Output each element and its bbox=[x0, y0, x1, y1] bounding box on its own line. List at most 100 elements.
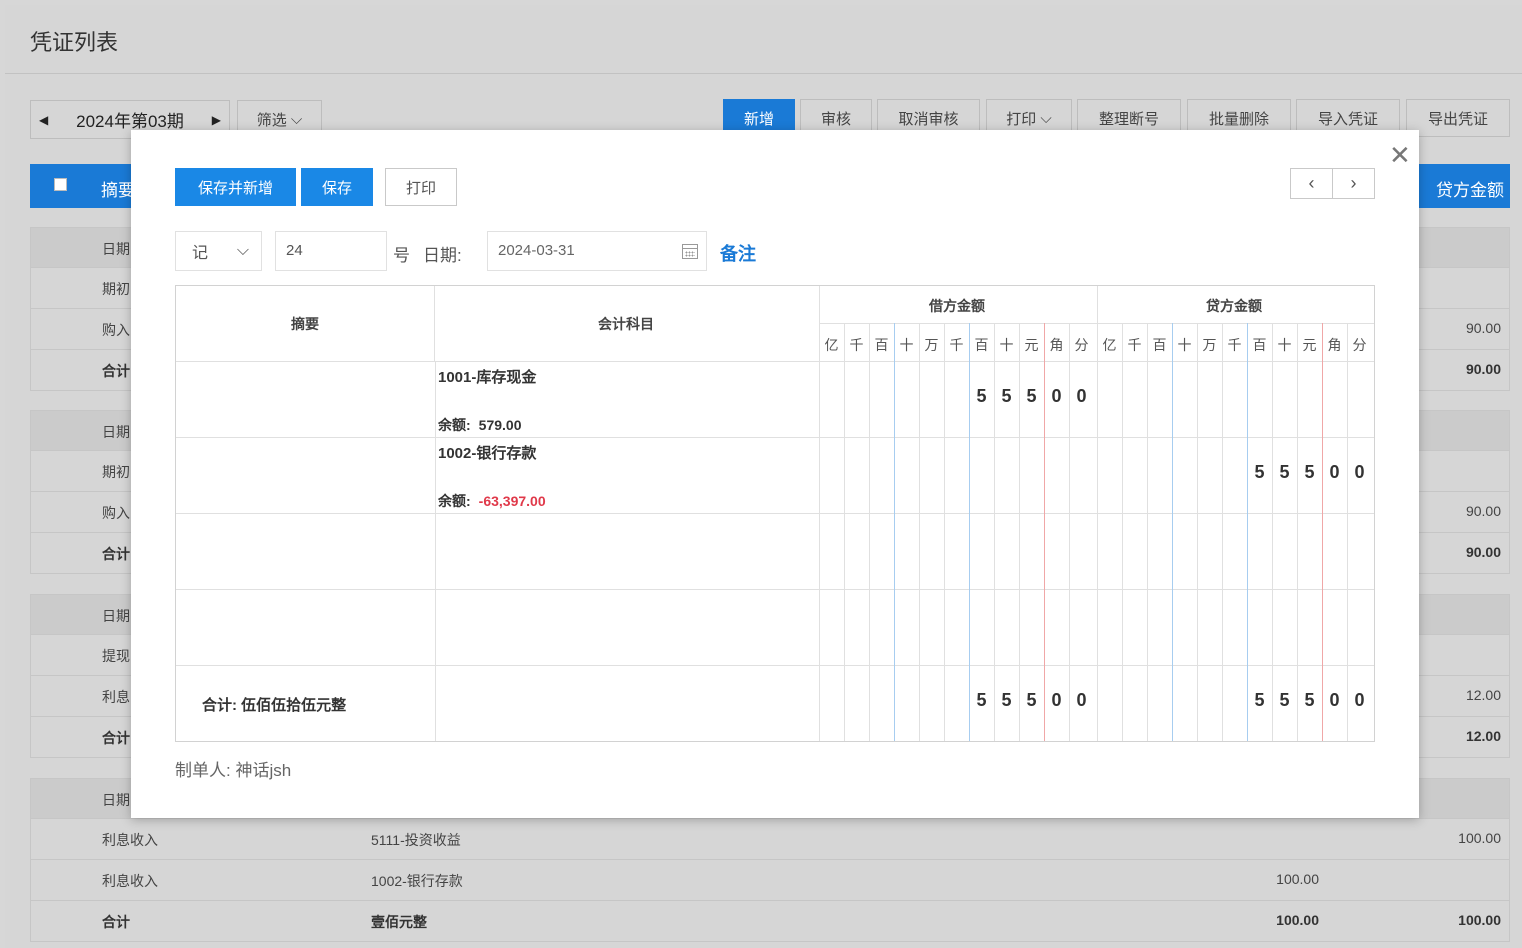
credit-header: 贷方金额 bbox=[1206, 298, 1262, 314]
summary-column-header: 摘要 bbox=[101, 181, 135, 200]
amount-digit: 5 bbox=[1026, 690, 1037, 710]
table-cell: 提现 bbox=[102, 648, 130, 664]
group-date-label: 日期 bbox=[102, 424, 130, 440]
chevron-down-icon: ⌵ bbox=[290, 111, 303, 128]
total-amount-text: 合计: 伍佰伍拾伍元整 bbox=[202, 697, 347, 714]
maker-info: 制单人: 神话jsh bbox=[175, 756, 291, 781]
save-and-new-button[interactable]: 保存并新增 bbox=[175, 168, 296, 206]
divider bbox=[5, 73, 1522, 74]
table-cell: 100.00 bbox=[1276, 871, 1319, 887]
table-cell: 期初 bbox=[102, 464, 130, 480]
amount-digit: 5 bbox=[1254, 462, 1265, 482]
next-voucher-icon[interactable]: › bbox=[1333, 169, 1374, 198]
grid-line bbox=[894, 323, 895, 741]
next-period-icon[interactable]: ▶ bbox=[212, 113, 221, 127]
amount-digit: 5 bbox=[1279, 690, 1290, 710]
amount-unit-label: 千 bbox=[949, 337, 964, 353]
group-date-label: 日期 bbox=[102, 792, 130, 808]
entry-1-account[interactable]: 1001-库存现金 bbox=[438, 366, 536, 387]
group-date-label: 日期 bbox=[102, 608, 130, 624]
grid-line bbox=[1347, 323, 1348, 741]
cancel-audit-button-label: 取消审核 bbox=[898, 110, 959, 128]
table-cell: 100.00 bbox=[1458, 912, 1501, 928]
voucher-number-input[interactable]: 24 bbox=[275, 231, 387, 271]
amount-digit: 0 bbox=[1354, 462, 1365, 482]
grid-line bbox=[844, 323, 845, 741]
grid-line bbox=[176, 361, 1374, 362]
amount-digit: 5 bbox=[1279, 462, 1290, 482]
grid-line bbox=[944, 323, 945, 741]
amount-digit: 0 bbox=[1051, 690, 1062, 710]
amount-digit: 5 bbox=[1001, 386, 1012, 406]
account-header: 会计科目 bbox=[598, 316, 654, 332]
table-cell: 90.00 bbox=[1465, 503, 1501, 519]
table-cell: 100.00 bbox=[1458, 830, 1501, 846]
calendar-icon[interactable] bbox=[682, 244, 698, 259]
balance-value: 579.00 bbox=[478, 417, 522, 433]
chevron-down-icon: ⌵ bbox=[1040, 109, 1052, 127]
amount-digit: 0 bbox=[1051, 386, 1062, 406]
import-voucher-button-label: 导入凭证 bbox=[1317, 110, 1378, 128]
amount-digit: 5 bbox=[976, 386, 987, 406]
grid-line bbox=[435, 361, 436, 741]
prev-voucher-icon[interactable]: ‹ bbox=[1291, 169, 1333, 198]
entry-2-account[interactable]: 1002-银行存款 bbox=[438, 442, 536, 463]
table-cell: 5111-投资收益 bbox=[371, 832, 461, 848]
credit-column-header: 贷方金额 bbox=[1436, 181, 1504, 200]
select-all-checkbox[interactable] bbox=[54, 178, 67, 191]
voucher-nav: ‹ › bbox=[1290, 168, 1375, 199]
table-cell: 90.00 bbox=[1465, 320, 1501, 336]
maker-label: 制单人: bbox=[175, 761, 231, 780]
filter-label: 筛选 bbox=[256, 112, 287, 129]
number-suffix-label: 号 bbox=[393, 246, 410, 265]
entry-2-balance: 余额: -63,397.00 bbox=[438, 491, 546, 511]
table-row[interactable]: 利息收入 5111-投资收益 100.00 bbox=[30, 819, 1510, 860]
amount-digit: 5 bbox=[1304, 462, 1315, 482]
table-row[interactable]: 利息收入 1002-银行存款 100.00 bbox=[30, 860, 1510, 901]
amount-unit-label: 千 bbox=[1127, 337, 1142, 353]
amount-digit: 5 bbox=[1026, 386, 1037, 406]
remark-link[interactable]: 备注 bbox=[720, 240, 756, 266]
table-cell: 合计 bbox=[102, 546, 130, 562]
table-cell: 合计 bbox=[102, 363, 130, 379]
prev-period-icon[interactable]: ◀ bbox=[39, 113, 48, 127]
amount-unit-label: 十 bbox=[899, 337, 914, 353]
group-date-label: 日期 bbox=[102, 241, 130, 257]
print-button-label: 打印 bbox=[1006, 110, 1037, 128]
date-input[interactable]: 2024-03-31 bbox=[487, 231, 707, 271]
amount-unit-label: 亿 bbox=[824, 337, 839, 353]
grid-line bbox=[1122, 323, 1123, 741]
save-button[interactable]: 保存 bbox=[301, 168, 373, 206]
voucher-type-select[interactable]: 记 ⌵ bbox=[175, 231, 262, 271]
close-icon[interactable]: ✕ bbox=[1389, 142, 1411, 168]
amount-unit-label: 万 bbox=[924, 337, 939, 353]
grid-line bbox=[1222, 323, 1223, 741]
grid-line bbox=[1297, 323, 1298, 741]
amount-unit-label: 元 bbox=[1302, 337, 1317, 353]
grid-line bbox=[919, 323, 920, 741]
date-label: 日期: bbox=[423, 246, 462, 265]
print-label: 打印 bbox=[405, 179, 436, 197]
table-cell: 100.00 bbox=[1276, 912, 1319, 928]
voucher-type-value: 记 bbox=[192, 245, 209, 262]
export-voucher-button[interactable]: 导出凭证 bbox=[1406, 99, 1510, 137]
chevron-down-icon: ⌵ bbox=[236, 242, 249, 259]
amount-digit: 0 bbox=[1329, 462, 1340, 482]
save-and-new-label: 保存并新增 bbox=[197, 179, 273, 197]
batch-delete-button-label: 批量删除 bbox=[1208, 110, 1269, 128]
amount-digit: 0 bbox=[1329, 690, 1340, 710]
page-title: 凭证列表 bbox=[30, 30, 119, 55]
print-button[interactable]: 打印 bbox=[385, 168, 457, 206]
grid-line bbox=[434, 286, 435, 361]
balance-value: -63,397.00 bbox=[478, 493, 546, 509]
renumber-button-label: 整理断号 bbox=[1098, 110, 1159, 128]
table-cell: 购入 bbox=[102, 322, 130, 338]
table-cell: 壹佰元整 bbox=[371, 914, 427, 930]
grid-line bbox=[176, 589, 1374, 590]
amount-unit-label: 分 bbox=[1352, 337, 1367, 353]
table-row[interactable]: 合计 壹佰元整 100.00 100.00 bbox=[30, 901, 1510, 942]
amount-unit-label: 百 bbox=[1152, 337, 1167, 353]
table-cell: 1002-银行存款 bbox=[371, 873, 463, 889]
amount-unit-label: 角 bbox=[1049, 337, 1064, 353]
date-value: 2024-03-31 bbox=[498, 242, 575, 259]
